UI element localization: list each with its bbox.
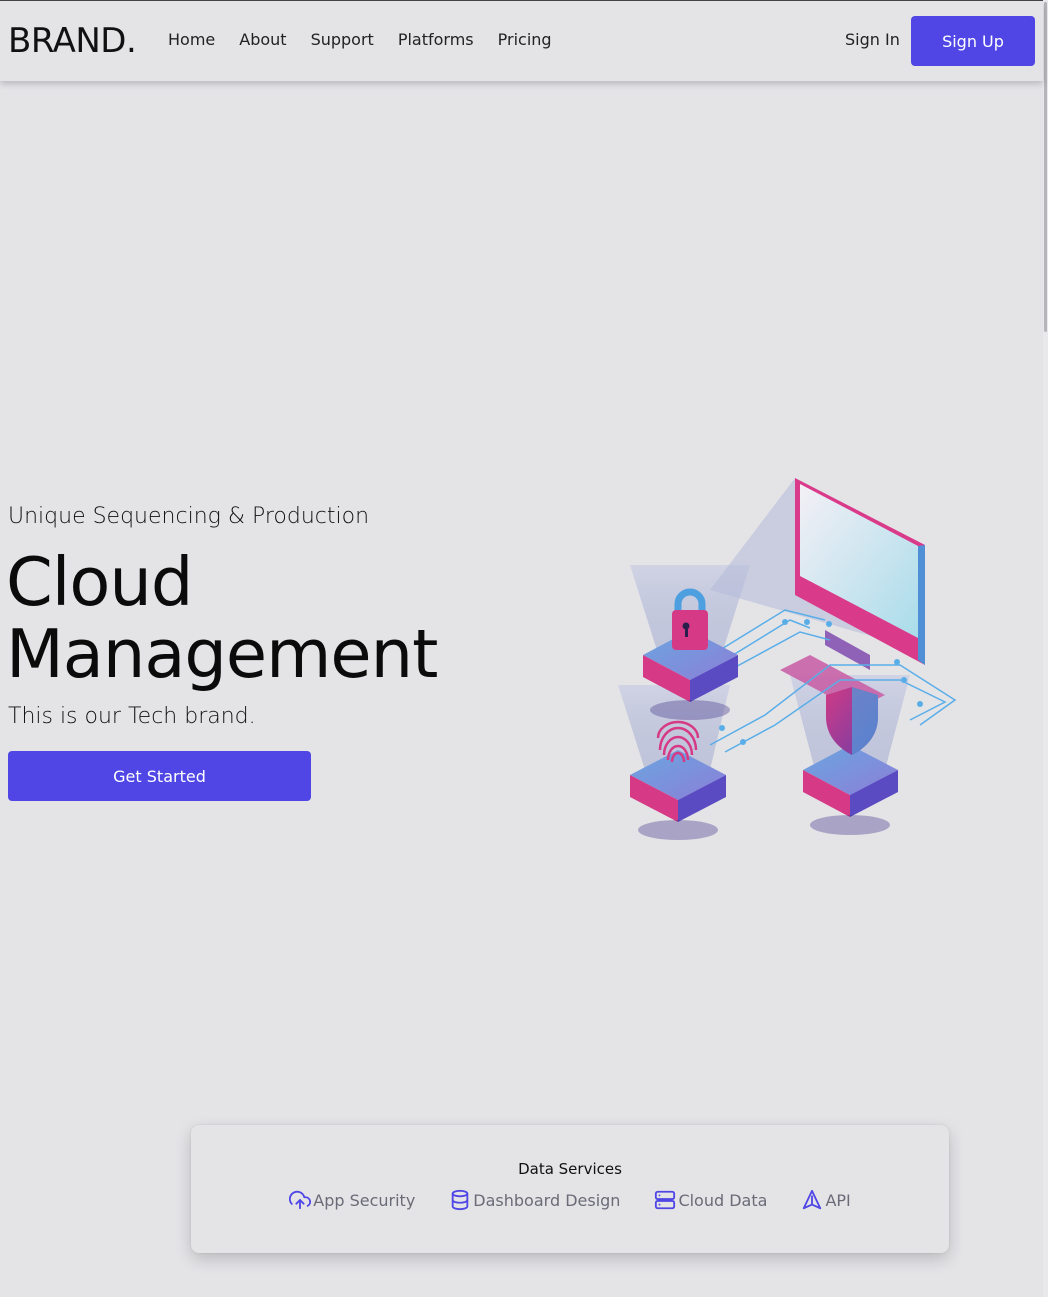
- sign-in-link[interactable]: Sign In: [845, 30, 900, 49]
- hero-eyebrow: Unique Sequencing & Production: [8, 504, 370, 529]
- service-app-security[interactable]: App Security: [289, 1189, 415, 1211]
- hero-title: Cloud Management: [6, 546, 526, 690]
- service-dashboard-design[interactable]: Dashboard Design: [449, 1189, 620, 1211]
- nav-link-about[interactable]: About: [239, 30, 286, 49]
- page-scrollbar-thumb[interactable]: [1044, 2, 1047, 332]
- service-label: App Security: [313, 1190, 416, 1210]
- nav-link-platforms[interactable]: Platforms: [398, 30, 474, 49]
- service-api[interactable]: API: [801, 1189, 851, 1211]
- navigation-triangle-icon: [803, 1189, 822, 1210]
- data-services-list: App Security Dashboard Design Cloud Data…: [191, 1189, 949, 1211]
- brand-logo[interactable]: BRAND.: [8, 21, 137, 61]
- data-services-title: Data Services: [518, 1160, 622, 1178]
- nav-links: Home About Support Platforms Pricing: [168, 30, 552, 49]
- cloud-upload-icon: [289, 1190, 312, 1210]
- sign-up-button[interactable]: Sign Up: [911, 16, 1035, 66]
- nav-link-support[interactable]: Support: [311, 30, 374, 49]
- nav-link-home[interactable]: Home: [168, 30, 215, 49]
- get-started-button[interactable]: Get Started: [8, 751, 311, 801]
- navbar: BRAND. Home About Support Platforms Pric…: [0, 1, 1043, 81]
- server-icon: [655, 1190, 676, 1210]
- service-label: Dashboard Design: [473, 1190, 621, 1210]
- service-label: Cloud Data: [678, 1190, 768, 1210]
- data-services-card: Data Services App Security Dashboard Des…: [191, 1125, 949, 1253]
- hero-title-line-2: Management: [6, 615, 438, 693]
- database-icon: [452, 1189, 469, 1211]
- service-cloud-data[interactable]: Cloud Data: [654, 1189, 767, 1211]
- cloud-security-illustration: [618, 478, 957, 840]
- service-label: API: [825, 1190, 851, 1210]
- nav-link-pricing[interactable]: Pricing: [498, 30, 552, 49]
- hero-title-line-1: Cloud: [6, 543, 193, 621]
- hero-subtitle: This is our Tech brand.: [8, 704, 256, 729]
